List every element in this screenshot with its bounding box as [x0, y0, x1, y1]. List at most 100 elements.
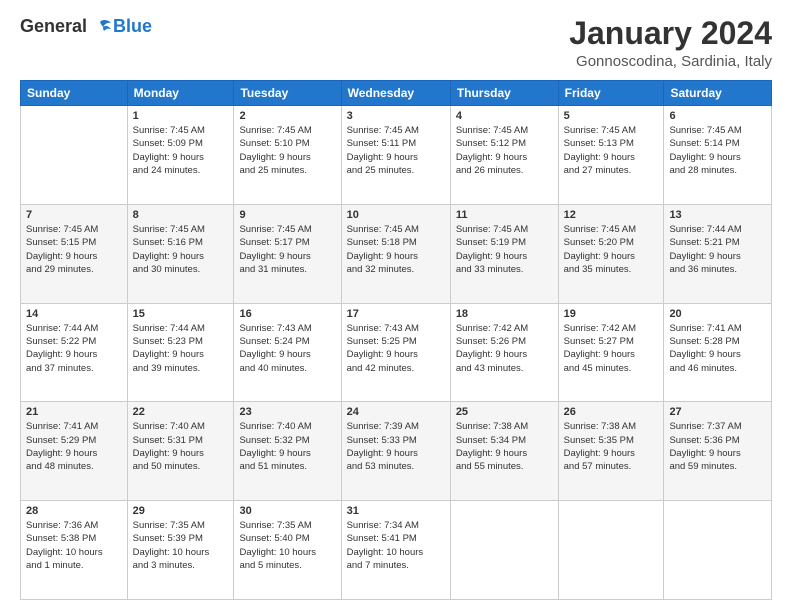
day-info: Sunrise: 7:44 AM Sunset: 5:22 PM Dayligh…: [26, 322, 122, 375]
day-number: 14: [26, 308, 122, 320]
day-info: Sunrise: 7:43 AM Sunset: 5:24 PM Dayligh…: [239, 322, 335, 375]
day-number: 10: [347, 209, 445, 221]
table-row: [664, 501, 772, 600]
day-number: 29: [133, 505, 229, 517]
day-number: 12: [564, 209, 659, 221]
table-row: 6 Sunrise: 7:45 AM Sunset: 5:14 PM Daylig…: [664, 106, 772, 205]
table-row: 7 Sunrise: 7:45 AM Sunset: 5:15 PM Daylig…: [21, 204, 128, 303]
month-title: January 2024: [569, 16, 772, 51]
day-number: 16: [239, 308, 335, 320]
day-info: Sunrise: 7:39 AM Sunset: 5:33 PM Dayligh…: [347, 420, 445, 473]
header-row: Sunday Monday Tuesday Wednesday Thursday…: [21, 81, 772, 106]
calendar-week-row: 14 Sunrise: 7:44 AM Sunset: 5:22 PM Dayli…: [21, 303, 772, 402]
day-number: 25: [456, 406, 553, 418]
calendar-page: General Blue January 2024 Gonnoscodina, …: [0, 0, 792, 612]
table-row: 31 Sunrise: 7:34 AM Sunset: 5:41 PM Dayli…: [341, 501, 450, 600]
table-row: 26 Sunrise: 7:38 AM Sunset: 5:35 PM Dayli…: [558, 402, 664, 501]
day-info: Sunrise: 7:38 AM Sunset: 5:34 PM Dayligh…: [456, 420, 553, 473]
table-row: 9Sunrise: 7:45 AM Sunset: 5:17 PM Daylig…: [234, 204, 341, 303]
day-number: 22: [133, 406, 229, 418]
table-row: 15 Sunrise: 7:44 AM Sunset: 5:23 PM Dayli…: [127, 303, 234, 402]
col-sunday: Sunday: [21, 81, 128, 106]
day-number: 15: [133, 308, 229, 320]
day-number: 26: [564, 406, 659, 418]
calendar-week-row: 7 Sunrise: 7:45 AM Sunset: 5:15 PM Daylig…: [21, 204, 772, 303]
table-row: 8 Sunrise: 7:45 AM Sunset: 5:16 PM Daylig…: [127, 204, 234, 303]
col-wednesday: Wednesday: [341, 81, 450, 106]
day-number: 21: [26, 406, 122, 418]
table-row: 1 Sunrise: 7:45 AM Sunset: 5:09 PM Daylig…: [127, 106, 234, 205]
table-row: 27 Sunrise: 7:37 AM Sunset: 5:36 PM Dayli…: [664, 402, 772, 501]
table-row: 22 Sunrise: 7:40 AM Sunset: 5:31 PM Dayli…: [127, 402, 234, 501]
table-row: 5Sunrise: 7:45 AM Sunset: 5:13 PM Daylig…: [558, 106, 664, 205]
day-info: Sunrise: 7:45 AM Sunset: 5:20 PM Dayligh…: [564, 223, 659, 276]
day-info: Sunrise: 7:45 AM Sunset: 5:12 PM Dayligh…: [456, 124, 553, 177]
calendar-week-row: 28Sunrise: 7:36 AM Sunset: 5:38 PM Dayli…: [21, 501, 772, 600]
day-number: 23: [239, 406, 335, 418]
day-number: 1: [133, 110, 229, 122]
day-number: 19: [564, 308, 659, 320]
col-friday: Friday: [558, 81, 664, 106]
day-info: Sunrise: 7:45 AM Sunset: 5:13 PM Dayligh…: [564, 124, 659, 177]
table-row: 4 Sunrise: 7:45 AM Sunset: 5:12 PM Daylig…: [450, 106, 558, 205]
table-row: 21 Sunrise: 7:41 AM Sunset: 5:29 PM Dayli…: [21, 402, 128, 501]
day-info: Sunrise: 7:34 AM Sunset: 5:41 PM Dayligh…: [347, 519, 445, 572]
day-number: 11: [456, 209, 553, 221]
calendar-week-row: 1 Sunrise: 7:45 AM Sunset: 5:09 PM Daylig…: [21, 106, 772, 205]
day-number: 2: [239, 110, 335, 122]
logo-general: General: [20, 16, 87, 37]
table-row: 23 Sunrise: 7:40 AM Sunset: 5:32 PM Dayli…: [234, 402, 341, 501]
day-info: Sunrise: 7:38 AM Sunset: 5:35 PM Dayligh…: [564, 420, 659, 473]
day-info: Sunrise: 7:45 AM Sunset: 5:16 PM Dayligh…: [133, 223, 229, 276]
table-row: 18Sunrise: 7:42 AM Sunset: 5:26 PM Dayli…: [450, 303, 558, 402]
table-row: 20Sunrise: 7:41 AM Sunset: 5:28 PM Dayli…: [664, 303, 772, 402]
day-info: Sunrise: 7:40 AM Sunset: 5:31 PM Dayligh…: [133, 420, 229, 473]
header: General Blue January 2024 Gonnoscodina, …: [20, 16, 772, 70]
day-info: Sunrise: 7:40 AM Sunset: 5:32 PM Dayligh…: [239, 420, 335, 473]
day-number: 7: [26, 209, 122, 221]
day-info: Sunrise: 7:43 AM Sunset: 5:25 PM Dayligh…: [347, 322, 445, 375]
day-info: Sunrise: 7:45 AM Sunset: 5:14 PM Dayligh…: [669, 124, 766, 177]
calendar-table: Sunday Monday Tuesday Wednesday Thursday…: [20, 80, 772, 600]
table-row: [21, 106, 128, 205]
table-row: 19 Sunrise: 7:42 AM Sunset: 5:27 PM Dayli…: [558, 303, 664, 402]
day-info: Sunrise: 7:45 AM Sunset: 5:18 PM Dayligh…: [347, 223, 445, 276]
table-row: 16 Sunrise: 7:43 AM Sunset: 5:24 PM Dayli…: [234, 303, 341, 402]
day-number: 27: [669, 406, 766, 418]
day-number: 30: [239, 505, 335, 517]
day-number: 20: [669, 308, 766, 320]
day-info: Sunrise: 7:37 AM Sunset: 5:36 PM Dayligh…: [669, 420, 766, 473]
table-row: 25 Sunrise: 7:38 AM Sunset: 5:34 PM Dayli…: [450, 402, 558, 501]
day-info: Sunrise: 7:35 AM Sunset: 5:40 PM Dayligh…: [239, 519, 335, 572]
day-number: 31: [347, 505, 445, 517]
day-info: Sunrise: 7:44 AM Sunset: 5:23 PM Dayligh…: [133, 322, 229, 375]
day-info: Sunrise: 7:41 AM Sunset: 5:29 PM Dayligh…: [26, 420, 122, 473]
day-info: Sunrise: 7:45 AM Sunset: 5:17 PM Dayligh…: [239, 223, 335, 276]
logo-text: General Blue: [20, 16, 152, 37]
col-saturday: Saturday: [664, 81, 772, 106]
location: Gonnoscodina, Sardinia, Italy: [569, 53, 772, 70]
day-info: Sunrise: 7:45 AM Sunset: 5:15 PM Dayligh…: [26, 223, 122, 276]
day-number: 4: [456, 110, 553, 122]
table-row: 28Sunrise: 7:36 AM Sunset: 5:38 PM Dayli…: [21, 501, 128, 600]
day-number: 3: [347, 110, 445, 122]
day-number: 18: [456, 308, 553, 320]
day-number: 8: [133, 209, 229, 221]
day-info: Sunrise: 7:45 AM Sunset: 5:10 PM Dayligh…: [239, 124, 335, 177]
title-block: January 2024 Gonnoscodina, Sardinia, Ita…: [569, 16, 772, 70]
day-info: Sunrise: 7:44 AM Sunset: 5:21 PM Dayligh…: [669, 223, 766, 276]
day-info: Sunrise: 7:42 AM Sunset: 5:27 PM Dayligh…: [564, 322, 659, 375]
day-info: Sunrise: 7:35 AM Sunset: 5:39 PM Dayligh…: [133, 519, 229, 572]
day-number: 17: [347, 308, 445, 320]
table-row: 2 Sunrise: 7:45 AM Sunset: 5:10 PM Daylig…: [234, 106, 341, 205]
table-row: 17 Sunrise: 7:43 AM Sunset: 5:25 PM Dayli…: [341, 303, 450, 402]
day-info: Sunrise: 7:45 AM Sunset: 5:19 PM Dayligh…: [456, 223, 553, 276]
col-tuesday: Tuesday: [234, 81, 341, 106]
day-info: Sunrise: 7:36 AM Sunset: 5:38 PM Dayligh…: [26, 519, 122, 572]
table-row: 3Sunrise: 7:45 AM Sunset: 5:11 PM Daylig…: [341, 106, 450, 205]
day-info: Sunrise: 7:45 AM Sunset: 5:09 PM Dayligh…: [133, 124, 229, 177]
day-number: 6: [669, 110, 766, 122]
table-row: 10 Sunrise: 7:45 AM Sunset: 5:18 PM Dayli…: [341, 204, 450, 303]
table-row: 11 Sunrise: 7:45 AM Sunset: 5:19 PM Dayli…: [450, 204, 558, 303]
table-row: 13Sunrise: 7:44 AM Sunset: 5:21 PM Dayli…: [664, 204, 772, 303]
